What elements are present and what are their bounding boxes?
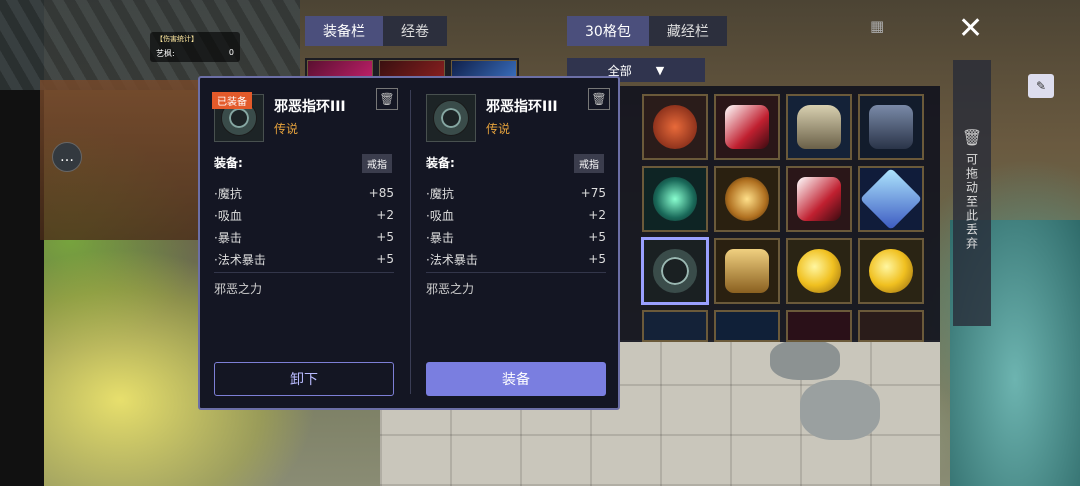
item-rarity: 传说 xyxy=(274,122,299,136)
stat-name: ·法术暴击 xyxy=(214,252,266,267)
passive-skill: 邪恶之力 xyxy=(214,282,263,296)
stat-row: ·暴击 +5 xyxy=(426,226,606,248)
stat-name: ·吸血 xyxy=(426,208,454,223)
ring-icon xyxy=(434,101,468,135)
stat-row: ·魔抗 +85 xyxy=(214,182,394,204)
rock xyxy=(770,340,840,380)
bag-slot-boots[interactable] xyxy=(714,94,780,160)
damage-stats-title: 【伤害统计】 xyxy=(156,35,198,43)
item-name: 邪恶指环III xyxy=(274,99,346,115)
bag-slot-item[interactable] xyxy=(714,310,780,342)
bag-slot-armor[interactable] xyxy=(858,94,924,160)
boots-icon xyxy=(725,105,769,149)
bag-slot-helmet[interactable] xyxy=(786,94,852,160)
gauntlet-icon xyxy=(725,249,769,293)
tab-30-slot-bag[interactable]: 30格包 xyxy=(567,16,649,46)
stat-list: ·魔抗 +75 ·吸血 +2 ·暴击 +5 ·法术暴击 +5 xyxy=(426,182,606,270)
stat-row: ·暴击 +5 xyxy=(214,226,394,248)
stat-value: +2 xyxy=(588,208,606,222)
stat-name: ·吸血 xyxy=(214,208,242,223)
bag-slot-item[interactable] xyxy=(858,310,924,342)
chat-bubble-icon[interactable]: … xyxy=(52,142,82,172)
bag-slot-gold-orb[interactable] xyxy=(786,238,852,304)
equipped-item-pane: 已装备 邪恶指环III 传说 🗑 装备: 戒指 ·魔抗 +85 ·吸血 +2 ·暴击… xyxy=(200,78,410,408)
trash-icon[interactable]: 🗑 xyxy=(376,88,398,110)
passive-skill: 邪恶之力 xyxy=(426,282,475,296)
trash-icon: 🗑 xyxy=(961,128,983,147)
bag-slot-item[interactable] xyxy=(786,310,852,342)
slot-type-badge: 戒指 xyxy=(574,154,604,173)
bag-slot-amulet[interactable] xyxy=(642,166,708,232)
bag-slot-evil-ring[interactable] xyxy=(642,238,708,304)
charm-icon xyxy=(725,177,769,221)
discard-drop-zone[interactable]: 🗑 可拖动至此丢弃 xyxy=(953,60,991,326)
equip-slot-label: 装备: xyxy=(426,156,455,170)
ring-icon xyxy=(653,249,697,293)
tab-equipment-bar[interactable]: 装备栏 xyxy=(305,16,383,46)
jar-icon xyxy=(653,105,697,149)
stat-row: ·吸血 +2 xyxy=(426,204,606,226)
bag-icon[interactable]: ▦ xyxy=(870,17,884,35)
bag-slot-spellbook[interactable] xyxy=(858,166,924,232)
item-rarity: 传说 xyxy=(486,122,511,136)
stat-name: ·法术暴击 xyxy=(426,252,478,267)
item-name: 邪恶指环III xyxy=(486,99,558,115)
bag-tabs: 30格包 藏经栏 xyxy=(567,16,727,46)
stat-name: ·暴击 xyxy=(426,230,454,245)
stat-value: +75 xyxy=(580,186,606,200)
boots-icon xyxy=(797,177,841,221)
tab-scripture-bar[interactable]: 藏经栏 xyxy=(648,16,727,46)
gold-orb-icon xyxy=(797,249,841,293)
close-icon[interactable]: ✕ xyxy=(958,14,983,44)
bag-slot-gauntlet[interactable] xyxy=(714,238,780,304)
brush-icon[interactable]: ✎ xyxy=(1028,74,1054,98)
bag-slot-boots[interactable] xyxy=(786,166,852,232)
candidate-item-pane: 邪恶指环III 传说 🗑 装备: 戒指 ·魔抗 +75 ·吸血 +2 ·暴击 +5 ·… xyxy=(412,78,622,408)
item-compare-popup: 已装备 邪恶指环III 传说 🗑 装备: 戒指 ·魔抗 +85 ·吸血 +2 ·暴击… xyxy=(198,76,620,410)
equip-button[interactable]: 装备 xyxy=(426,362,606,396)
gold-orb-icon xyxy=(869,249,913,293)
item-icon xyxy=(426,94,476,142)
stat-list: ·魔抗 +85 ·吸血 +2 ·暴击 +5 ·法术暴击 +5 xyxy=(214,182,394,270)
stat-value: +5 xyxy=(588,230,606,244)
stat-value: +5 xyxy=(588,252,606,266)
player-name: 艺枫: xyxy=(156,49,175,58)
bag-slot-potion-jar[interactable] xyxy=(642,94,708,160)
pane-divider xyxy=(410,90,411,394)
helmet-icon xyxy=(797,105,841,149)
slot-type-badge: 戒指 xyxy=(362,154,392,173)
tab-scrolls[interactable]: 经卷 xyxy=(383,16,447,46)
divider xyxy=(214,272,394,273)
stat-row: ·魔抗 +75 xyxy=(426,182,606,204)
unequip-button[interactable]: 卸下 xyxy=(214,362,394,396)
equipment-tabs: 装备栏 经卷 xyxy=(305,16,447,46)
divider xyxy=(426,272,606,273)
amulet-icon xyxy=(653,177,697,221)
stat-value: +5 xyxy=(376,252,394,266)
damage-stats-panel[interactable]: 【伤害统计】 艺枫: 0 xyxy=(150,32,240,62)
stat-value: +85 xyxy=(368,186,394,200)
discard-hint: 可拖动至此丢弃 xyxy=(964,153,979,251)
stat-row: ·吸血 +2 xyxy=(214,204,394,226)
bag-slot-helmet[interactable] xyxy=(642,310,708,342)
chevron-down-icon: ▼ xyxy=(655,63,665,77)
damage-value: 0 xyxy=(228,48,234,57)
stat-name: ·魔抗 xyxy=(426,186,454,201)
bag-slot-charm[interactable] xyxy=(714,166,780,232)
stat-value: +2 xyxy=(376,208,394,222)
rock xyxy=(800,380,880,440)
stat-row: ·法术暴击 +5 xyxy=(214,248,394,270)
trash-icon[interactable]: 🗑 xyxy=(588,88,610,110)
bag-slot-gold-orb[interactable] xyxy=(858,238,924,304)
stat-name: ·暴击 xyxy=(214,230,242,245)
armor-icon xyxy=(869,105,913,149)
equip-slot-label: 装备: xyxy=(214,156,243,170)
stat-name: ·魔抗 xyxy=(214,186,242,201)
stat-row: ·法术暴击 +5 xyxy=(426,248,606,270)
equipped-badge: 已装备 xyxy=(212,92,252,109)
stat-value: +5 xyxy=(376,230,394,244)
spellbook-icon xyxy=(860,168,922,230)
